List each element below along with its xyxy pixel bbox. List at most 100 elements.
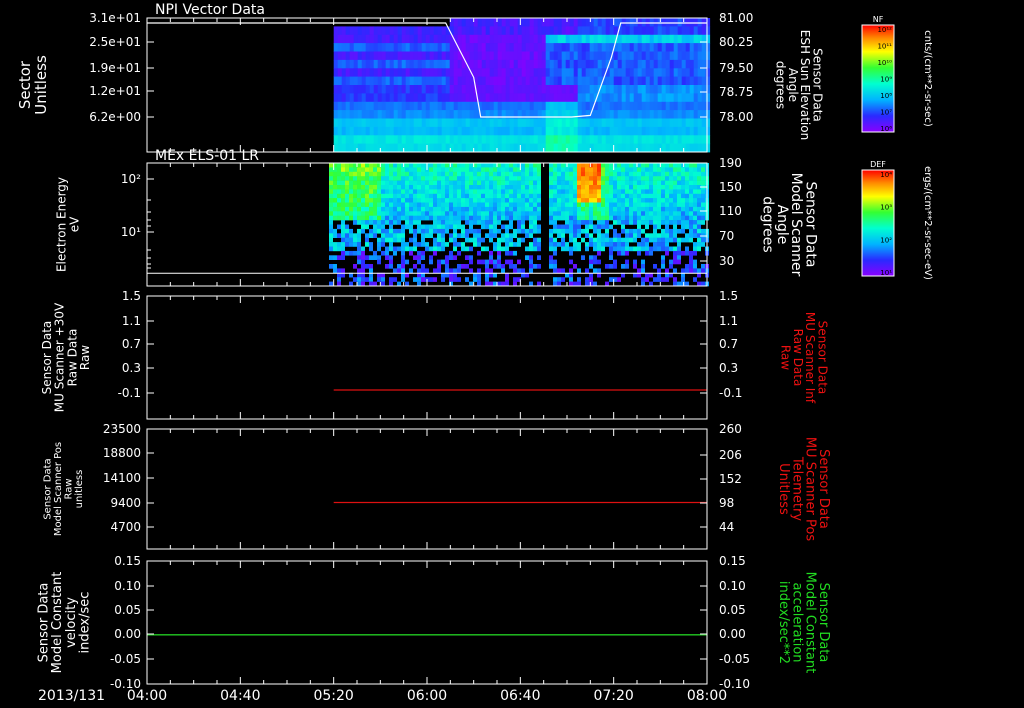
energy-heatmap-cell: [529, 255, 533, 260]
sector-heatmap-cell: [513, 118, 519, 128]
sector-heatmap-cell: [449, 118, 455, 128]
energy-heatmap-cell: [673, 185, 677, 190]
energy-heatmap-cell: [517, 259, 521, 265]
energy-heatmap-cell: [425, 211, 429, 216]
energy-heatmap-cell: [665, 206, 669, 212]
sector-heatmap-cell: [621, 85, 627, 94]
sector-heatmap-cell: [477, 118, 483, 128]
sector-heatmap-cell: [657, 85, 663, 94]
energy-heatmap-cell: [457, 242, 461, 247]
energy-heatmap-cell: [385, 202, 389, 208]
energy-heatmap-cell: [561, 228, 565, 234]
energy-heatmap-cell: [673, 176, 677, 181]
energy-heatmap-cell: [493, 185, 497, 190]
energy-heatmap-cell: [365, 255, 369, 260]
energy-heatmap-cell: [409, 163, 413, 168]
energy-heatmap-cell: [445, 198, 449, 203]
energy-heatmap-cell: [461, 198, 465, 203]
sector-heatmap-cell: [345, 118, 351, 128]
energy-heatmap-cell: [409, 250, 413, 256]
energy-heatmap-cell: [701, 242, 705, 247]
energy-heatmap-cell: [685, 264, 689, 269]
sector-heatmap-cell: [349, 85, 355, 94]
sector-heatmap-cell: [349, 68, 355, 78]
energy-heatmap-cell: [501, 189, 505, 195]
sector-heatmap-cell: [685, 68, 691, 78]
sector-heatmap-cell: [337, 110, 343, 119]
sector-heatmap-cell: [445, 68, 451, 78]
energy-heatmap-cell: [425, 180, 429, 186]
sector-heatmap-cell: [609, 76, 615, 86]
energy-heatmap-cell: [569, 176, 573, 181]
energy-heatmap-cell: [517, 206, 521, 212]
energy-heatmap-cell: [577, 228, 581, 234]
sector-heatmap-cell: [405, 143, 411, 153]
sector-heatmap-cell: [597, 59, 603, 69]
energy-heatmap-cell: [609, 215, 613, 221]
sector-heatmap-cell: [393, 85, 399, 94]
sector-heatmap-cell: [589, 135, 595, 145]
energy-heatmap-cell: [693, 233, 697, 238]
energy-heatmap-cell: [569, 198, 573, 203]
energy-heatmap-cell: [365, 220, 369, 225]
energy-heatmap-cell: [501, 246, 505, 252]
sector-heatmap-cell: [621, 110, 627, 119]
energy-heatmap-cell: [389, 185, 393, 190]
energy-heatmap-cell: [525, 246, 529, 252]
energy-heatmap-cell: [589, 277, 593, 282]
sector-heatmap-cell: [513, 59, 519, 69]
sector-heatmap-cell: [553, 101, 559, 111]
sector-heatmap-cell: [613, 59, 619, 69]
energy-heatmap-cell: [345, 176, 349, 181]
sector-heatmap-cell: [649, 93, 655, 103]
energy-heatmap-cell: [365, 163, 369, 168]
energy-heatmap-cell: [505, 176, 509, 181]
energy-heatmap-cell: [613, 246, 617, 252]
energy-heatmap-cell: [621, 228, 625, 234]
sector-heatmap-cell: [689, 118, 695, 128]
sector-heatmap-cell: [625, 34, 631, 44]
sector-heatmap-cell: [617, 110, 623, 119]
sector-heatmap-cell: [417, 34, 423, 44]
sector-heatmap-cell: [501, 68, 507, 78]
energy-heatmap-cell: [641, 277, 645, 282]
energy-heatmap-cell: [369, 233, 373, 238]
sector-heatmap-cell: [589, 118, 595, 128]
energy-heatmap-cell: [445, 180, 449, 186]
energy-heatmap-cell: [413, 255, 417, 260]
sector-heatmap-cell: [545, 118, 551, 128]
energy-heatmap-cell: [421, 171, 425, 177]
energy-heatmap-cell: [669, 211, 673, 216]
sector-heatmap-cell: [577, 85, 583, 94]
sector-heatmap-cell: [377, 126, 383, 136]
energy-heatmap-cell: [661, 189, 665, 195]
sector-heatmap-cell: [377, 34, 383, 44]
sector-heatmap-cell: [677, 126, 683, 136]
energy-heatmap-cell: [485, 264, 489, 269]
energy-heatmap-cell: [641, 163, 645, 168]
energy-heatmap-cell: [417, 228, 421, 234]
energy-heatmap-cell: [437, 228, 441, 234]
energy-heatmap-cell: [597, 193, 601, 199]
energy-heatmap-cell: [401, 255, 405, 260]
sector-heatmap-cell: [373, 118, 379, 128]
energy-heatmap-cell: [433, 242, 437, 247]
sector-heatmap-cell: [465, 110, 471, 119]
energy-heatmap-cell: [605, 233, 609, 238]
energy-heatmap-cell: [529, 206, 533, 212]
energy-heatmap-cell: [465, 163, 469, 168]
energy-heatmap-cell: [673, 193, 677, 199]
energy-heatmap-cell: [701, 215, 705, 221]
energy-heatmap-cell: [517, 176, 521, 181]
energy-heatmap-cell: [373, 180, 377, 186]
energy-heatmap-cell: [649, 198, 653, 203]
sector-heatmap-cell: [445, 76, 451, 86]
energy-heatmap-cell: [485, 277, 489, 282]
energy-heatmap-cell: [617, 233, 621, 238]
sector-heatmap-cell: [645, 51, 651, 61]
y2-tick-label: 0.10: [719, 579, 746, 593]
energy-heatmap-cell: [513, 171, 517, 177]
energy-heatmap-cell: [441, 220, 445, 225]
sector-heatmap-cell: [609, 93, 615, 103]
sector-heatmap-cell: [637, 110, 643, 119]
